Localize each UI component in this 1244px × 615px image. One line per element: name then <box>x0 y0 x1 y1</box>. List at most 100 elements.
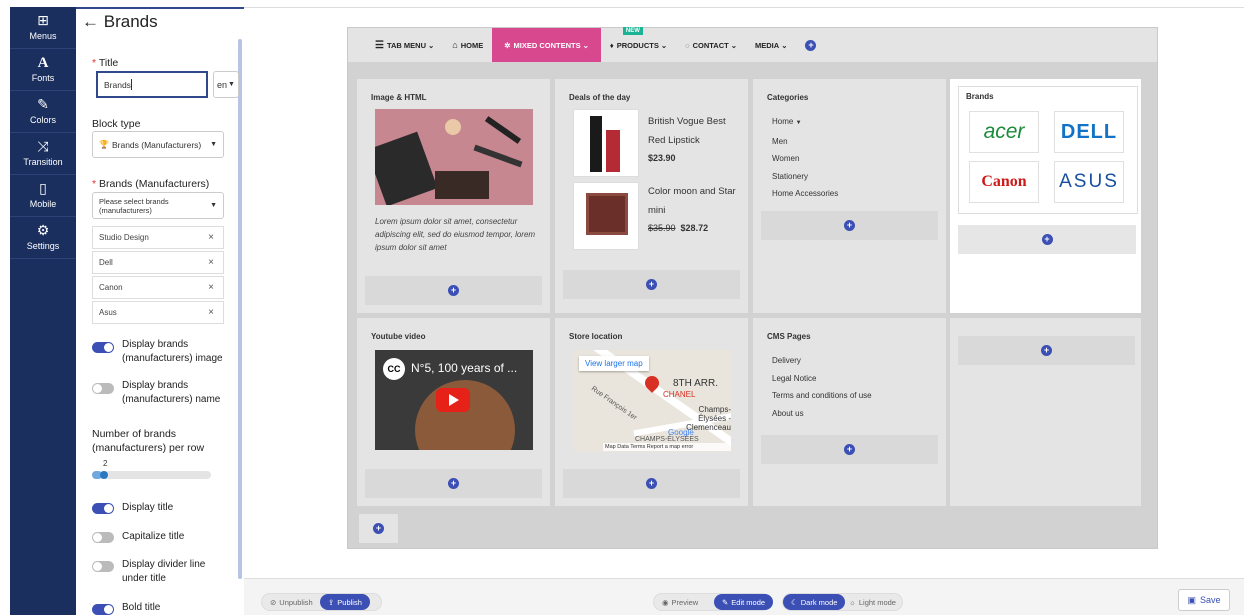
block-youtube[interactable]: Youtube video CC N°5, 100 years of ... + <box>357 318 550 506</box>
sparkle-icon: ✲ <box>504 40 511 50</box>
brands-select[interactable]: Please select brands (manufacturers) ▼ <box>92 192 224 219</box>
brand-logo-acer[interactable]: acer <box>969 111 1039 153</box>
category-item[interactable]: Women <box>772 150 838 168</box>
block-title: Categories <box>767 93 809 102</box>
brand-logo-asus[interactable]: ASUS <box>1054 161 1124 203</box>
add-content-button[interactable]: + <box>958 336 1135 365</box>
eye-icon: ◉ <box>662 597 669 607</box>
add-content-button[interactable]: + <box>365 469 542 498</box>
display-name-toggle[interactable] <box>92 383 114 394</box>
block-title: Youtube video <box>371 332 426 341</box>
panel-scrollbar[interactable] <box>238 39 242 579</box>
brands-label-text: Brands (Manufacturers) <box>99 178 210 190</box>
back-arrow-icon[interactable]: ← <box>82 12 99 31</box>
brand-chip-label: Dell <box>99 258 113 267</box>
edit-mode-button[interactable]: ✎ Edit mode <box>714 594 774 610</box>
category-item[interactable]: Stationery <box>772 168 838 186</box>
add-content-button[interactable]: + <box>761 211 938 240</box>
map-embed[interactable]: View larger map 8TH ARR. CHANEL Champs-É… <box>573 350 731 452</box>
menu-item-contact[interactable]: ◌ CONTACT ⌄ <box>676 28 746 62</box>
divider-line-toggle[interactable] <box>92 561 114 572</box>
per-row-slider[interactable] <box>92 471 211 479</box>
category-item[interactable]: Home Accessories <box>772 185 838 203</box>
product-name[interactable]: Color moon and Star mini <box>648 182 738 220</box>
colors-nav-item[interactable]: ✎ Colors <box>10 91 76 133</box>
block-empty[interactable]: + <box>950 318 1141 506</box>
chevron-down-icon: ⌄ <box>730 40 738 50</box>
unpublish-button[interactable]: ⊘ Unpublish <box>262 594 321 610</box>
publish-button[interactable]: ⇪ Publish <box>320 594 370 610</box>
view-larger-map-link[interactable]: View larger map <box>579 356 649 371</box>
add-content-button[interactable]: + <box>958 225 1136 254</box>
remove-icon[interactable]: × <box>208 307 214 318</box>
add-content-button[interactable]: + <box>563 270 740 299</box>
plus-icon: + <box>646 279 657 290</box>
menu-item-tab-menu[interactable]: ☰ TAB MENU ⌄ <box>366 28 443 62</box>
menu-item-mixed-contents[interactable]: ✲ MIXED CONTENTS ⌄ <box>492 28 601 62</box>
block-store-location[interactable]: Store location View larger map 8TH ARR. … <box>555 318 748 506</box>
slider-handle[interactable] <box>100 471 108 479</box>
cms-item[interactable]: Delivery <box>772 352 872 370</box>
menu-item-media[interactable]: MEDIA ⌄ <box>746 28 796 62</box>
remove-icon[interactable]: × <box>208 282 214 293</box>
menus-nav-item[interactable]: ⊞ Menus <box>10 7 76 49</box>
chevron-down-icon: ⌄ <box>582 40 589 50</box>
remove-icon[interactable]: × <box>208 257 214 268</box>
add-row-button[interactable]: + <box>359 514 398 543</box>
menu-item-home[interactable]: ⌂ HOME <box>443 28 492 62</box>
play-button-icon[interactable] <box>436 388 470 412</box>
block-categories[interactable]: Categories Home ▼ Men Women Stationery H… <box>753 79 946 313</box>
channel-avatar-icon: CC <box>383 358 405 380</box>
fonts-nav-item[interactable]: A Fonts <box>10 49 76 91</box>
plus-icon: + <box>448 285 459 296</box>
mobile-nav-item[interactable]: ▯ Mobile <box>10 175 76 217</box>
capitalize-title-toggle[interactable] <box>92 532 114 543</box>
menu-item-products[interactable]: NEW ♦ PRODUCTS ⌄ <box>601 27 676 62</box>
display-image-toggle[interactable] <box>92 342 114 353</box>
cms-item[interactable]: Terms and conditions of use <box>772 387 872 405</box>
transition-nav-item[interactable]: ⤨ Transition <box>10 133 76 175</box>
light-mode-button[interactable]: ☼ Light mode <box>841 594 904 610</box>
caret-down-icon: ▼ <box>210 202 217 209</box>
save-button[interactable]: ▣ Save <box>1178 589 1230 611</box>
brand-chip: Asus × <box>92 301 224 324</box>
settings-nav-item[interactable]: ⚙ Settings <box>10 217 76 259</box>
remove-icon[interactable]: × <box>208 232 214 243</box>
add-content-button[interactable]: + <box>761 435 938 464</box>
block-brands-selected[interactable]: Brands acer DELL Canon ASUS + <box>950 79 1141 313</box>
sun-icon: ☼ <box>849 597 856 607</box>
brand-logo-canon[interactable]: Canon <box>969 161 1039 203</box>
trophy-icon: 🏆 <box>99 140 109 149</box>
preview-button[interactable]: ◉ Preview <box>654 594 706 610</box>
block-cms-pages[interactable]: CMS Pages Delivery Legal Notice Terms an… <box>753 318 946 506</box>
icon-sidebar: ⊞ Menus A Fonts ✎ Colors ⤨ Transition ▯ Mobil… <box>10 7 76 615</box>
block-deals[interactable]: Deals of the day British Vogue Best Red … <box>555 79 748 313</box>
publish-label: Publish <box>337 597 362 607</box>
chevron-down-icon: ⌄ <box>660 40 668 50</box>
cms-item[interactable]: Legal Notice <box>772 370 872 388</box>
product-name[interactable]: British Vogue Best Red Lipstick <box>648 112 738 150</box>
language-select[interactable]: en ▼ <box>213 71 239 98</box>
old-price: $35.90 <box>648 223 676 233</box>
dark-mode-button[interactable]: ☾ Dark mode <box>783 594 846 610</box>
category-item[interactable]: Home ▼ <box>772 113 838 133</box>
add-menu-item-button[interactable]: + <box>796 28 825 62</box>
product-price-row: $35.90 $28.72 <box>648 223 708 233</box>
bold-title-toggle[interactable] <box>92 604 114 615</box>
add-content-button[interactable]: + <box>365 276 542 305</box>
block-type-select[interactable]: 🏆 Brands (Manufacturers) ▼ <box>92 131 224 158</box>
add-content-button[interactable]: + <box>563 469 740 498</box>
youtube-video-embed[interactable]: CC N°5, 100 years of ... <box>375 350 533 450</box>
cms-item[interactable]: About us <box>772 405 872 423</box>
category-item[interactable]: Men <box>772 133 838 151</box>
caret-down-icon: ▼ <box>228 81 235 88</box>
product-image-palette <box>573 182 639 250</box>
brand-logo-dell[interactable]: DELL <box>1054 111 1124 153</box>
display-title-toggle[interactable] <box>92 503 114 514</box>
map-label: CHAMPS-ÉLYSÉES <box>635 436 699 443</box>
transition-label: Transition <box>23 157 63 167</box>
settings-panel: ← Brands * Title Brands en ▼ Block type 🏆… <box>76 7 244 615</box>
title-input[interactable]: Brands <box>96 71 208 98</box>
block-image-html[interactable]: Image & HTML Lorem ipsum dolor sit amet,… <box>357 79 550 313</box>
brands-placeholder: Please select brands (manufacturers) <box>99 196 169 215</box>
